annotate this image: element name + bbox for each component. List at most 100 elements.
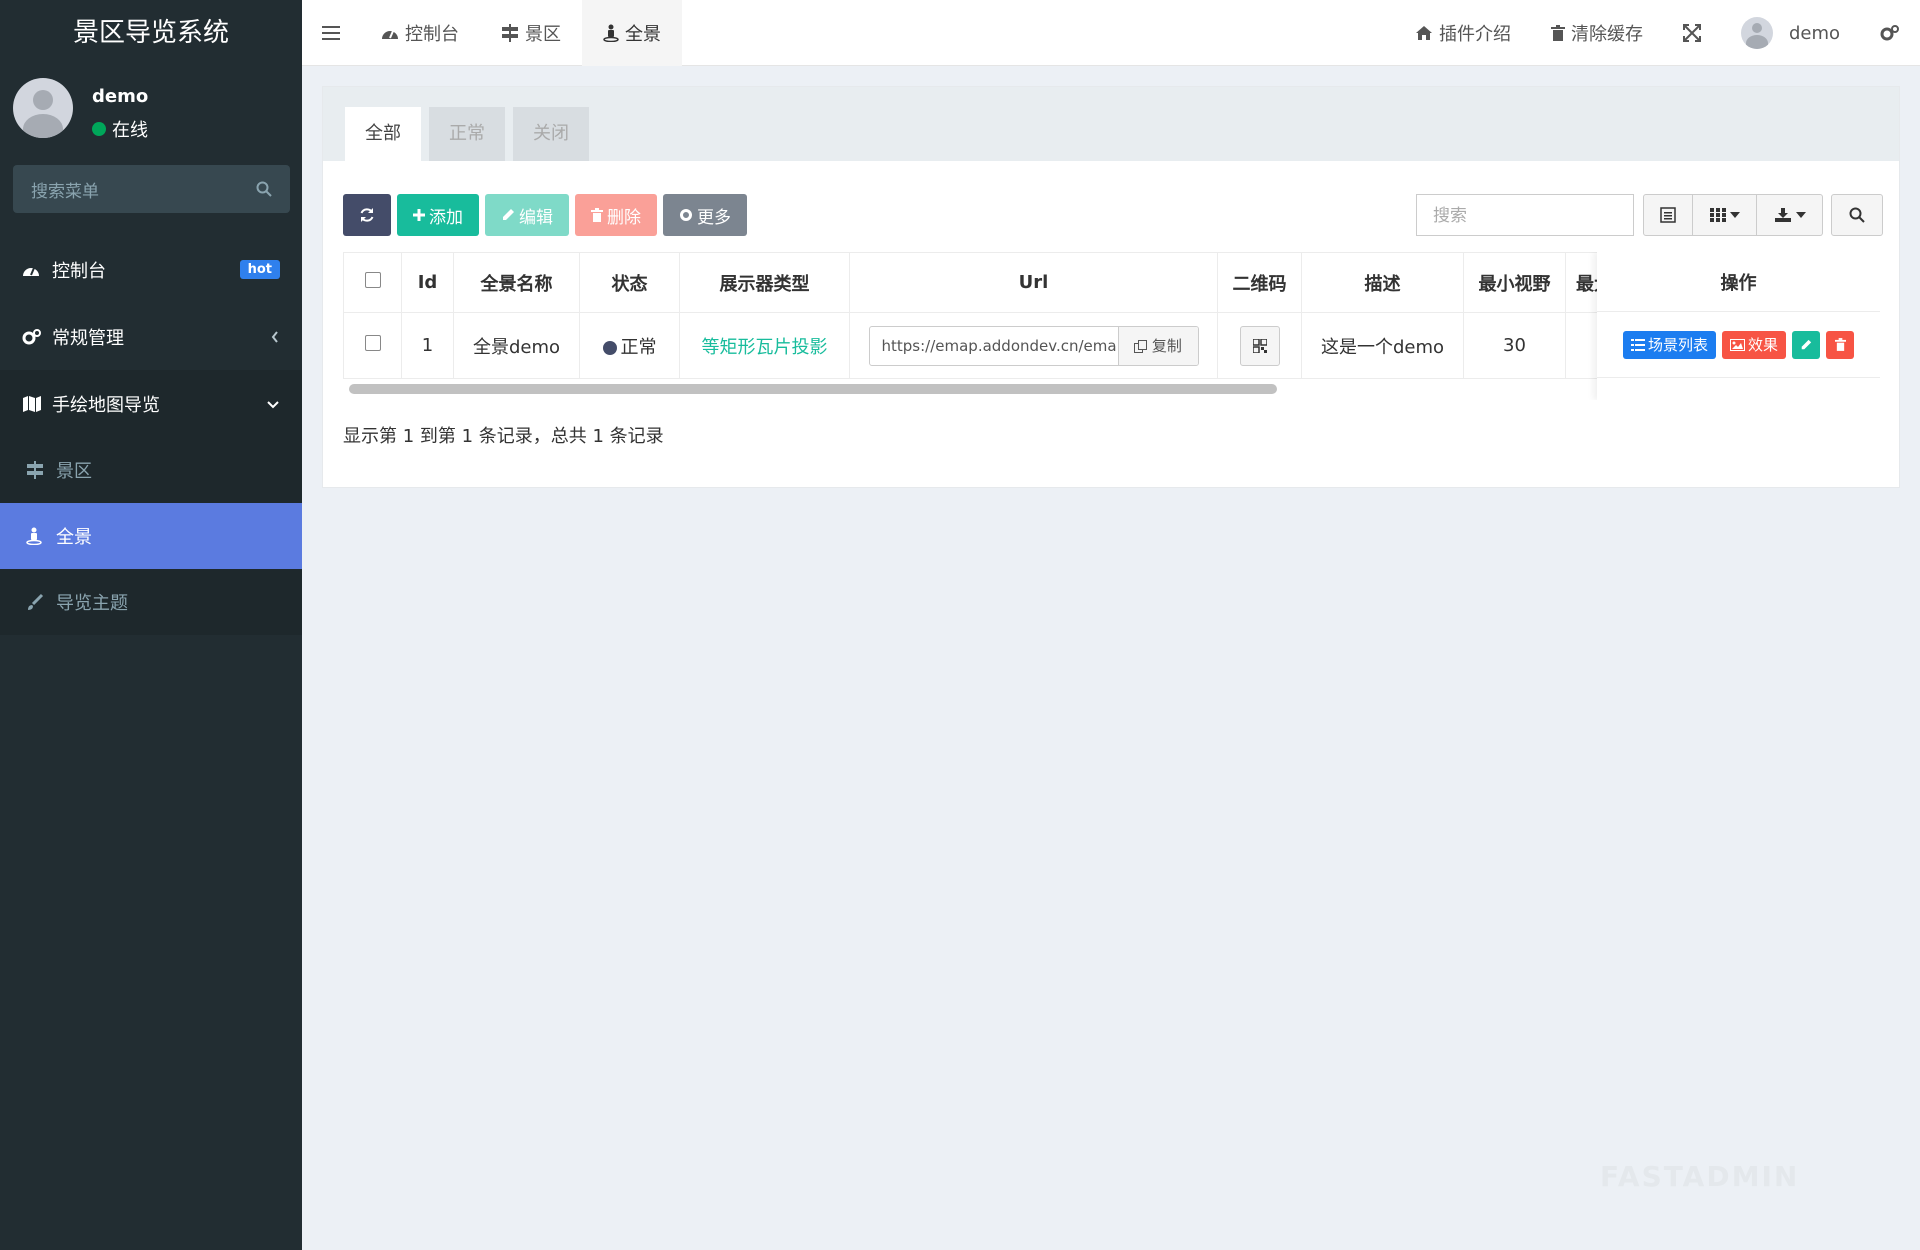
table-search-input[interactable]: 搜索 (1416, 194, 1634, 236)
menu-search-input[interactable]: 搜索菜单 (13, 165, 290, 213)
plugin-intro-link[interactable]: 插件介绍 (1395, 0, 1531, 66)
watermark-logo: FASTADMIN (1600, 1160, 1799, 1193)
sidebar-item-label: 全景 (56, 527, 92, 548)
tab-all[interactable]: 全部 (345, 107, 421, 161)
col-header-qrcode[interactable]: 二维码 (1217, 252, 1302, 313)
copy-button[interactable]: 复制 (1117, 326, 1198, 365)
edit-label: 编辑 (519, 207, 553, 228)
chevron-down-icon (266, 399, 280, 409)
tab-panorama[interactable]: 全景 (582, 0, 682, 66)
sidebar-item-scenic[interactable]: 景区 (0, 437, 302, 503)
add-button[interactable]: 添加 (397, 194, 479, 236)
sidebar-item-label: 手绘地图导览 (52, 394, 160, 416)
sidebar-item-panorama[interactable]: 全景 (0, 503, 302, 569)
qrcode-icon (1252, 338, 1267, 353)
col-header-viewer-type[interactable]: 展示器类型 (679, 252, 850, 313)
pencil-icon (501, 208, 515, 222)
avatar (1740, 17, 1773, 49)
caret-down-icon (1795, 212, 1806, 218)
col-header-status[interactable]: 状态 (579, 252, 680, 313)
user-menu[interactable]: demo (1721, 0, 1860, 66)
operations-column: 操作 场景列表 效果 (1597, 252, 1880, 400)
topbar-right: 插件介绍 清除缓存 demo (1395, 0, 1920, 66)
delete-button[interactable]: 删除 (575, 194, 657, 236)
cell-name: 全景demo (453, 312, 580, 379)
street-view-icon (26, 527, 48, 545)
qrcode-button[interactable] (1239, 325, 1280, 366)
viewer-type-link[interactable]: 等矩形瓦片投影 (702, 337, 828, 358)
content-panel: 全部 正常 关闭 添加 编辑 删除 更多 搜索 Id 全景名称 状态 展示器类型… (322, 86, 1900, 488)
tab-label: 控制台 (405, 23, 459, 45)
home-icon (1415, 25, 1433, 41)
row-delete-button[interactable] (1826, 330, 1855, 359)
sidebar: 景区导览系统 demo 在线 搜索菜单 控制台 hot 常规管理 手绘地图导览 … (0, 0, 302, 1250)
view-button-group (1643, 194, 1823, 236)
caret-down-icon (1729, 212, 1740, 218)
sidebar-item-general[interactable]: 常规管理 (0, 303, 302, 370)
search-icon (1849, 207, 1865, 223)
user-name: demo (92, 86, 149, 107)
menu-toggle-icon[interactable] (302, 0, 360, 66)
search-button[interactable] (1831, 194, 1883, 236)
sidebar-menu: 控制台 hot 常规管理 手绘地图导览 景区 全景 导览主题 (0, 236, 302, 635)
select-all-cell (343, 252, 402, 313)
hot-badge: hot (239, 260, 280, 279)
select-all-checkbox[interactable] (364, 272, 381, 288)
street-view-icon (603, 24, 619, 42)
clear-cache-link[interactable]: 清除缓存 (1531, 0, 1663, 66)
tab-normal[interactable]: 正常 (429, 107, 505, 161)
status-label: 正常 (620, 336, 657, 358)
dashboard-icon (381, 25, 399, 41)
export-icon (1774, 207, 1792, 223)
row-edit-button[interactable] (1792, 330, 1821, 359)
col-header-name[interactable]: 全景名称 (453, 252, 580, 313)
scene-list-button[interactable]: 场景列表 (1622, 330, 1716, 359)
col-header-operations: 操作 (1597, 252, 1880, 312)
list-icon (1630, 338, 1645, 351)
fullscreen-icon[interactable] (1663, 0, 1721, 66)
avatar (13, 78, 73, 138)
map-icon (22, 395, 46, 413)
col-header-description[interactable]: 描述 (1301, 252, 1464, 313)
signpost-icon (501, 23, 519, 42)
url-input[interactable]: https://emap.addondev.cn/ema (870, 327, 1118, 365)
sidebar-item-map-guide[interactable]: 手绘地图导览 (0, 370, 302, 437)
pagination-info: 显示第 1 到第 1 条记录，总共 1 条记录 (343, 426, 664, 447)
sidebar-item-dashboard[interactable]: 控制台 hot (0, 236, 302, 303)
chevron-left-icon (270, 330, 280, 344)
horizontal-scrollbar[interactable] (349, 384, 1277, 394)
col-header-url[interactable]: Url (849, 252, 1218, 313)
refresh-icon (359, 207, 375, 223)
row-checkbox[interactable] (364, 335, 381, 351)
tab-scenic[interactable]: 景区 (480, 0, 582, 66)
brand-title[interactable]: 景区导览系统 (0, 0, 302, 66)
sidebar-item-label: 常规管理 (52, 327, 124, 349)
export-button[interactable] (1757, 194, 1823, 236)
scene-list-label: 场景列表 (1647, 336, 1708, 354)
sidebar-item-theme[interactable]: 导览主题 (0, 569, 302, 635)
search-icon[interactable] (256, 181, 272, 197)
paint-brush-icon (26, 593, 48, 611)
list-alt-icon (1660, 207, 1676, 223)
cell-description: 这是一个demo (1301, 312, 1464, 379)
tab-dashboard[interactable]: 控制台 (360, 0, 480, 66)
effect-button[interactable]: 效果 (1722, 330, 1787, 359)
refresh-button[interactable] (343, 194, 391, 236)
settings-gears-icon[interactable] (1860, 0, 1920, 66)
data-table-wrapper: Id 全景名称 状态 展示器类型 Url 二维码 描述 最小视野 最大 1 全景… (343, 252, 1880, 400)
trash-icon (1834, 338, 1846, 351)
cell-viewer-type: 等矩形瓦片投影 (679, 312, 850, 379)
copy-label: 复制 (1151, 336, 1182, 355)
edit-button[interactable]: 编辑 (485, 194, 569, 236)
toolbar: 添加 编辑 删除 更多 (343, 194, 747, 236)
trash-icon (1550, 25, 1565, 41)
col-header-id[interactable]: Id (401, 252, 454, 313)
online-dot-icon (92, 122, 106, 136)
panel-heading: 全部 正常 关闭 (323, 87, 1899, 161)
toggle-view-button[interactable] (1643, 194, 1693, 236)
plugin-intro-label: 插件介绍 (1438, 24, 1511, 45)
tab-closed[interactable]: 关闭 (513, 107, 589, 161)
col-header-min-fov[interactable]: 最小视野 (1463, 252, 1566, 313)
more-button[interactable]: 更多 (663, 194, 747, 236)
columns-button[interactable] (1693, 194, 1757, 236)
